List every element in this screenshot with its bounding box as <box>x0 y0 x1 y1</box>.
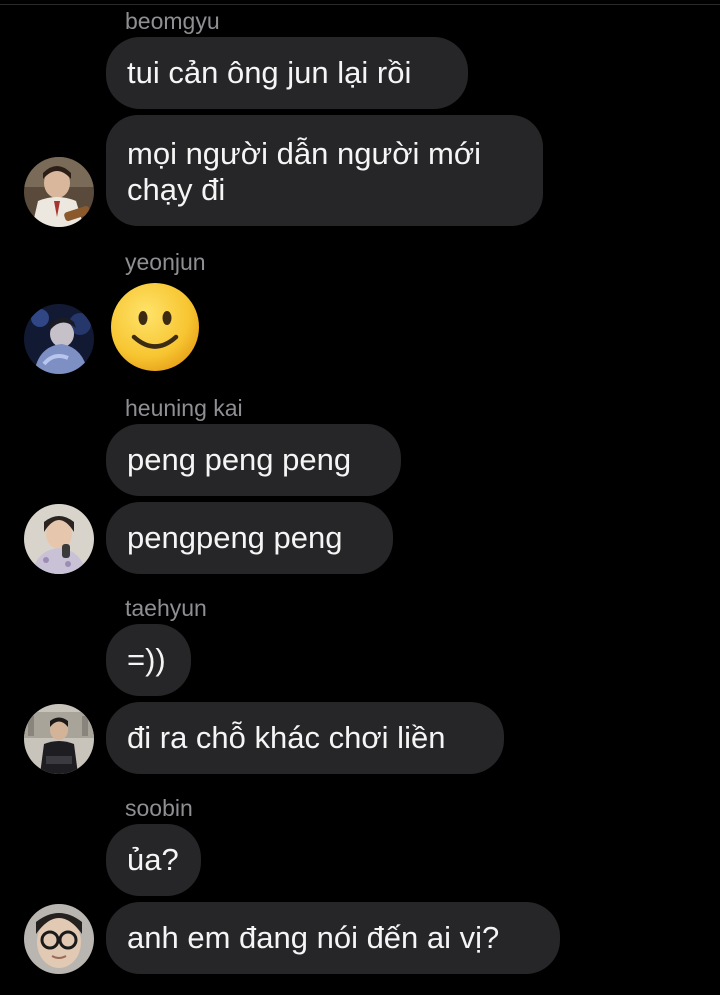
sender-name-beomgyu: beomgyu <box>125 8 220 34</box>
avatar-beomgyu-icon <box>24 157 94 227</box>
sender-name-yeonjun: yeonjun <box>125 249 206 275</box>
message-text: anh em đang nói đến ai vị? <box>127 920 500 955</box>
sender-name-heuning-kai: heuning kai <box>125 395 243 421</box>
slightly-smiling-face-emoji[interactable] <box>110 282 200 372</box>
avatar-heuning-kai-icon <box>24 504 94 574</box>
top-divider <box>0 4 720 5</box>
message-bubble[interactable]: pengpeng peng <box>106 502 393 574</box>
message-text: đi ra chỗ khác chơi liền <box>127 720 446 755</box>
message-bubble[interactable]: anh em đang nói đến ai vị? <box>106 902 560 974</box>
message-bubble[interactable]: đi ra chỗ khác chơi liền <box>106 702 504 774</box>
message-text: tui cản ông jun lại rồi <box>127 55 412 90</box>
avatar-taehyun-icon <box>24 704 94 774</box>
avatar-yeonjun-icon <box>24 304 94 374</box>
avatar-soobin-icon <box>24 904 94 974</box>
avatar-yeonjun[interactable] <box>24 304 94 374</box>
message-text: =)) <box>127 642 166 677</box>
sender-name-soobin: soobin <box>125 795 193 821</box>
avatar-heuning-kai[interactable] <box>24 504 94 574</box>
avatar-soobin[interactable] <box>24 904 94 974</box>
message-text: peng peng peng <box>127 442 352 477</box>
sender-name-taehyun: taehyun <box>125 595 207 621</box>
message-line: mọi người dẫn người mới <box>127 136 482 171</box>
message-text: ủa? <box>127 842 179 877</box>
avatar-beomgyu[interactable] <box>24 157 94 227</box>
message-bubble[interactable]: mọi người dẫn người mới chạy đi <box>106 115 543 226</box>
message-bubble[interactable]: ủa? <box>106 824 201 896</box>
message-bubble[interactable]: peng peng peng <box>106 424 401 496</box>
message-text: pengpeng peng <box>127 520 343 555</box>
message-bubble[interactable]: tui cản ông jun lại rồi <box>106 37 468 109</box>
message-bubble[interactable]: =)) <box>106 624 191 696</box>
message-text: mọi người dẫn người mới chạy đi <box>127 136 481 208</box>
message-line: chạy đi <box>127 172 226 207</box>
smiling-face-icon <box>111 283 199 371</box>
avatar-taehyun[interactable] <box>24 704 94 774</box>
